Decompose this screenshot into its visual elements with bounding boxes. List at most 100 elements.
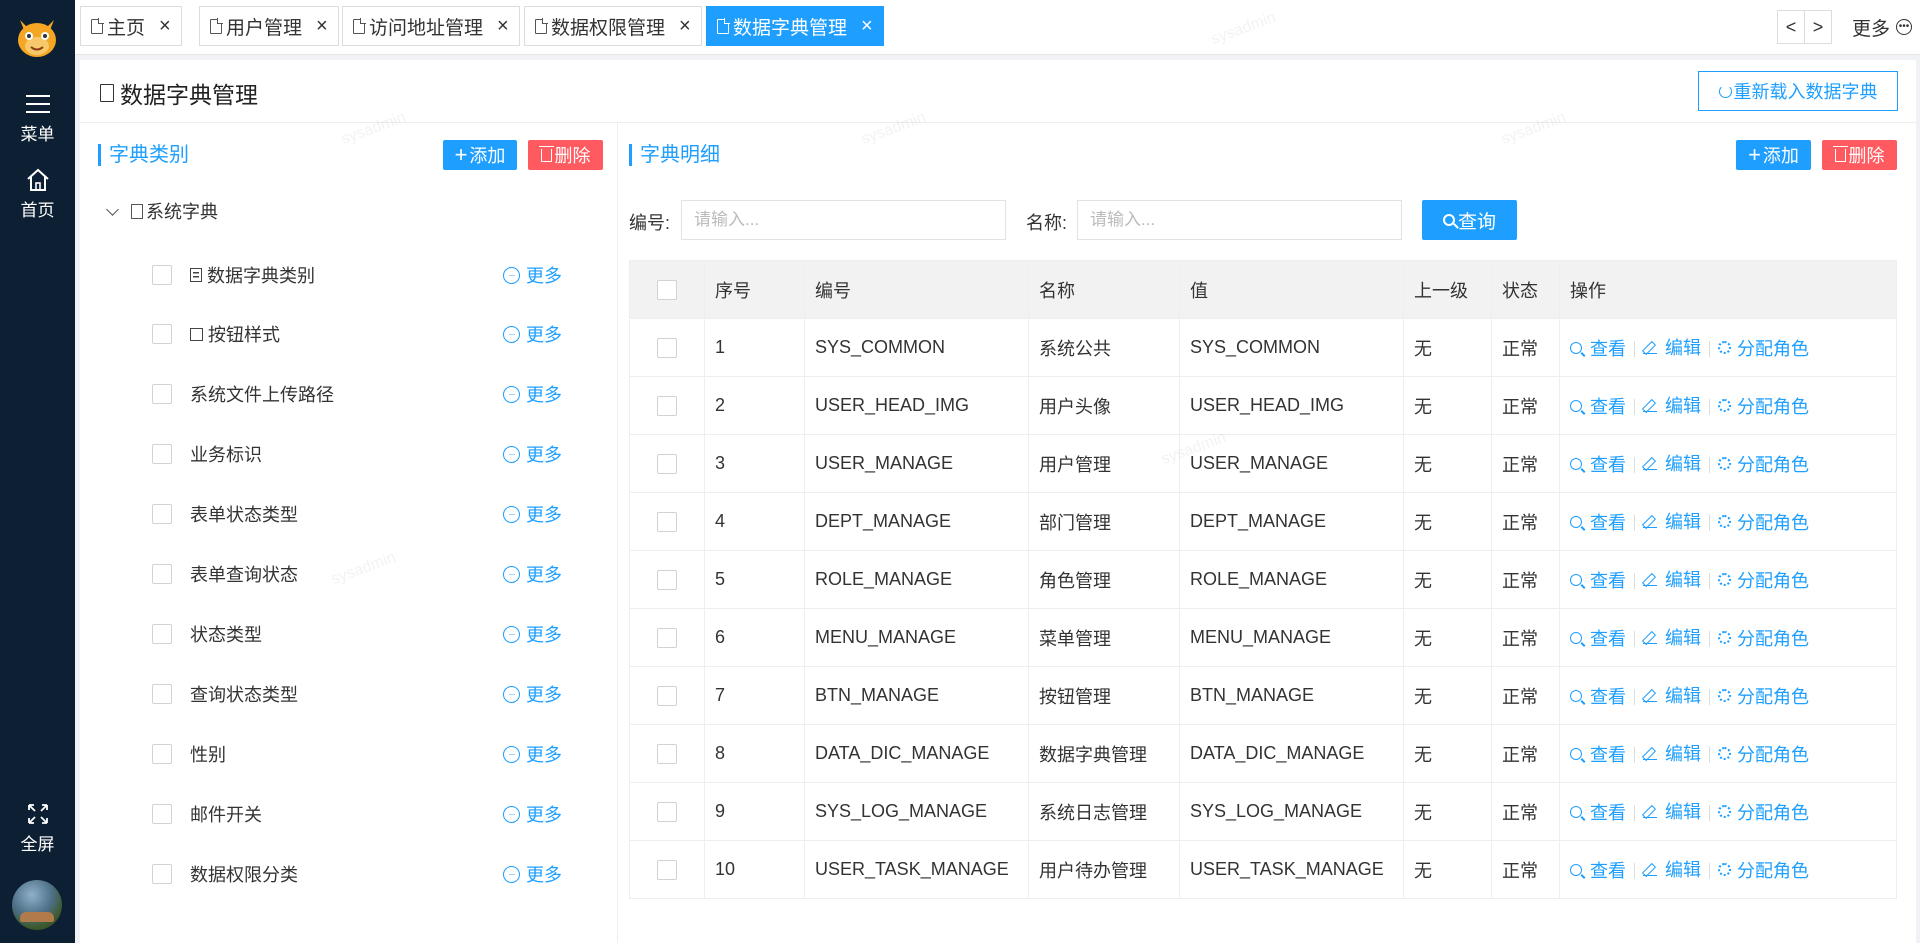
checkbox[interactable] [152,744,172,764]
edit-link[interactable]: 编辑 [1643,450,1701,476]
add-detail-button[interactable]: + 添加 [1736,140,1811,170]
tree-item[interactable]: 业务标识 ··· 更多 [152,439,562,469]
view-link[interactable]: 查看 [1570,683,1626,709]
row-checkbox[interactable] [657,685,677,706]
row-checkbox[interactable] [657,511,677,532]
code-input[interactable] [681,200,1006,240]
delete-category-button[interactable]: 删除 [528,140,603,170]
chevron-down-icon[interactable] [106,202,119,216]
row-checkbox[interactable] [657,859,677,880]
tree-item[interactable]: 状态类型 ··· 更多 [152,619,562,649]
edit-link[interactable]: 编辑 [1643,682,1701,708]
checkbox[interactable] [152,624,172,644]
close-icon[interactable]: × [679,16,691,36]
tree-item[interactable]: 性别 ··· 更多 [152,739,562,769]
menu-toggle[interactable]: 菜单 [0,92,75,145]
edit-link[interactable]: 编辑 [1643,624,1701,650]
assign-role-link[interactable]: 分配角色 [1718,451,1809,477]
fullscreen-toggle[interactable]: 全屏 [0,802,75,855]
table-row[interactable]: 5 ROLE_MANAGE 角色管理 ROLE_MANAGE 无正常 查看 编辑 分配角色 [629,550,1897,609]
view-link[interactable]: 查看 [1570,741,1626,767]
assign-role-link[interactable]: 分配角色 [1718,625,1809,651]
assign-role-link[interactable]: 分配角色 [1718,393,1809,419]
assign-role-link[interactable]: 分配角色 [1718,799,1809,825]
tree-root[interactable]: 系统字典 [102,198,218,224]
tab-data-permission[interactable]: 数据权限管理 × [524,6,702,46]
table-row[interactable]: 8 DATA_DIC_MANAGE 数据字典管理 DATA_DIC_MANAGE 无正常… [629,724,1897,783]
assign-role-link[interactable]: 分配角色 [1718,741,1809,767]
checkbox[interactable] [152,265,172,285]
view-link[interactable]: 查看 [1570,799,1626,825]
view-link[interactable]: 查看 [1570,509,1626,535]
tab-url-management[interactable]: 访问地址管理 × [342,6,520,46]
checkbox[interactable] [152,324,172,344]
row-checkbox[interactable] [657,453,677,474]
more-button[interactable]: ··· 更多 [503,681,562,707]
table-row[interactable]: 4 DEPT_MANAGE 部门管理 DEPT_MANAGE 无正常 查看 编辑 分配角色 [629,492,1897,551]
checkbox[interactable] [152,564,172,584]
home-nav[interactable]: 首页 [0,168,75,221]
checkbox[interactable] [152,864,172,884]
more-button[interactable]: ··· 更多 [503,381,562,407]
select-all-checkbox[interactable] [657,279,677,300]
checkbox[interactable] [152,444,172,464]
checkbox[interactable] [152,504,172,524]
row-checkbox[interactable] [657,337,677,358]
edit-link[interactable]: 编辑 [1643,856,1701,882]
assign-role-link[interactable]: 分配角色 [1718,567,1809,593]
more-button[interactable]: ··· 更多 [503,801,562,827]
table-row[interactable]: 6 MENU_MANAGE 菜单管理 MENU_MANAGE 无正常 查看 编辑 分配角色 [629,608,1897,667]
reload-dictionary-button[interactable]: 重新载入数据字典 [1698,71,1898,111]
checkbox[interactable] [152,384,172,404]
name-input[interactable] [1077,200,1402,240]
tree-item[interactable]: 表单查询状态 ··· 更多 [152,559,562,589]
tree-item[interactable]: 查询状态类型 ··· 更多 [152,679,562,709]
close-icon[interactable]: × [159,16,171,36]
view-link[interactable]: 查看 [1570,393,1626,419]
tree-item[interactable]: 数据字典类别 ··· 更多 [152,260,562,290]
edit-link[interactable]: 编辑 [1643,334,1701,360]
tab-data-dictionary[interactable]: 数据字典管理 × [706,6,884,46]
more-button[interactable]: ··· 更多 [503,501,562,527]
tree-item[interactable]: 数据权限分类 ··· 更多 [152,859,562,889]
view-link[interactable]: 查看 [1570,567,1626,593]
more-button[interactable]: ··· 更多 [503,621,562,647]
table-row[interactable]: 1 SYS_COMMON 系统公共 SYS_COMMON 无正常 查看 编辑 分配角色 [629,318,1897,377]
close-icon[interactable]: × [316,16,328,36]
close-icon[interactable]: × [497,16,509,36]
assign-role-link[interactable]: 分配角色 [1718,857,1809,883]
tab-user-management[interactable]: 用户管理 × [199,6,339,46]
more-button[interactable]: ··· 更多 [503,321,562,347]
tab-more-button[interactable]: 更多 ••• [1852,10,1912,44]
row-checkbox[interactable] [657,395,677,416]
edit-link[interactable]: 编辑 [1643,566,1701,592]
close-icon[interactable]: × [861,16,873,36]
assign-role-link[interactable]: 分配角色 [1718,335,1809,361]
edit-link[interactable]: 编辑 [1643,392,1701,418]
add-category-button[interactable]: + 添加 [443,140,517,170]
tab-prev-button[interactable]: < [1777,10,1805,44]
row-checkbox[interactable] [657,569,677,590]
assign-role-link[interactable]: 分配角色 [1718,509,1809,535]
delete-detail-button[interactable]: 删除 [1822,140,1897,170]
more-button[interactable]: ··· 更多 [503,561,562,587]
table-row[interactable]: 10 USER_TASK_MANAGE 用户待办管理 USER_TASK_MANAGE… [629,840,1897,899]
table-row[interactable]: 7 BTN_MANAGE 按钮管理 BTN_MANAGE 无正常 查看 编辑 分配角色 [629,666,1897,725]
checkbox[interactable] [152,804,172,824]
table-row[interactable]: 3 USER_MANAGE 用户管理 USER_MANAGE 无正常 查看 编辑 分配角色 [629,434,1897,493]
more-button[interactable]: ··· 更多 [503,741,562,767]
more-button[interactable]: ··· 更多 [503,441,562,467]
row-checkbox[interactable] [657,801,677,822]
tree-item[interactable]: 邮件开关 ··· 更多 [152,799,562,829]
tab-next-button[interactable]: > [1804,10,1832,44]
tree-item[interactable]: 表单状态类型 ··· 更多 [152,499,562,529]
tree-item[interactable]: 系统文件上传路径 ··· 更多 [152,379,562,409]
avatar[interactable] [12,880,62,930]
tab-home[interactable]: 主页 × [80,6,182,46]
edit-link[interactable]: 编辑 [1643,508,1701,534]
checkbox[interactable] [152,684,172,704]
edit-link[interactable]: 编辑 [1643,740,1701,766]
view-link[interactable]: 查看 [1570,857,1626,883]
view-link[interactable]: 查看 [1570,625,1626,651]
edit-link[interactable]: 编辑 [1643,798,1701,824]
